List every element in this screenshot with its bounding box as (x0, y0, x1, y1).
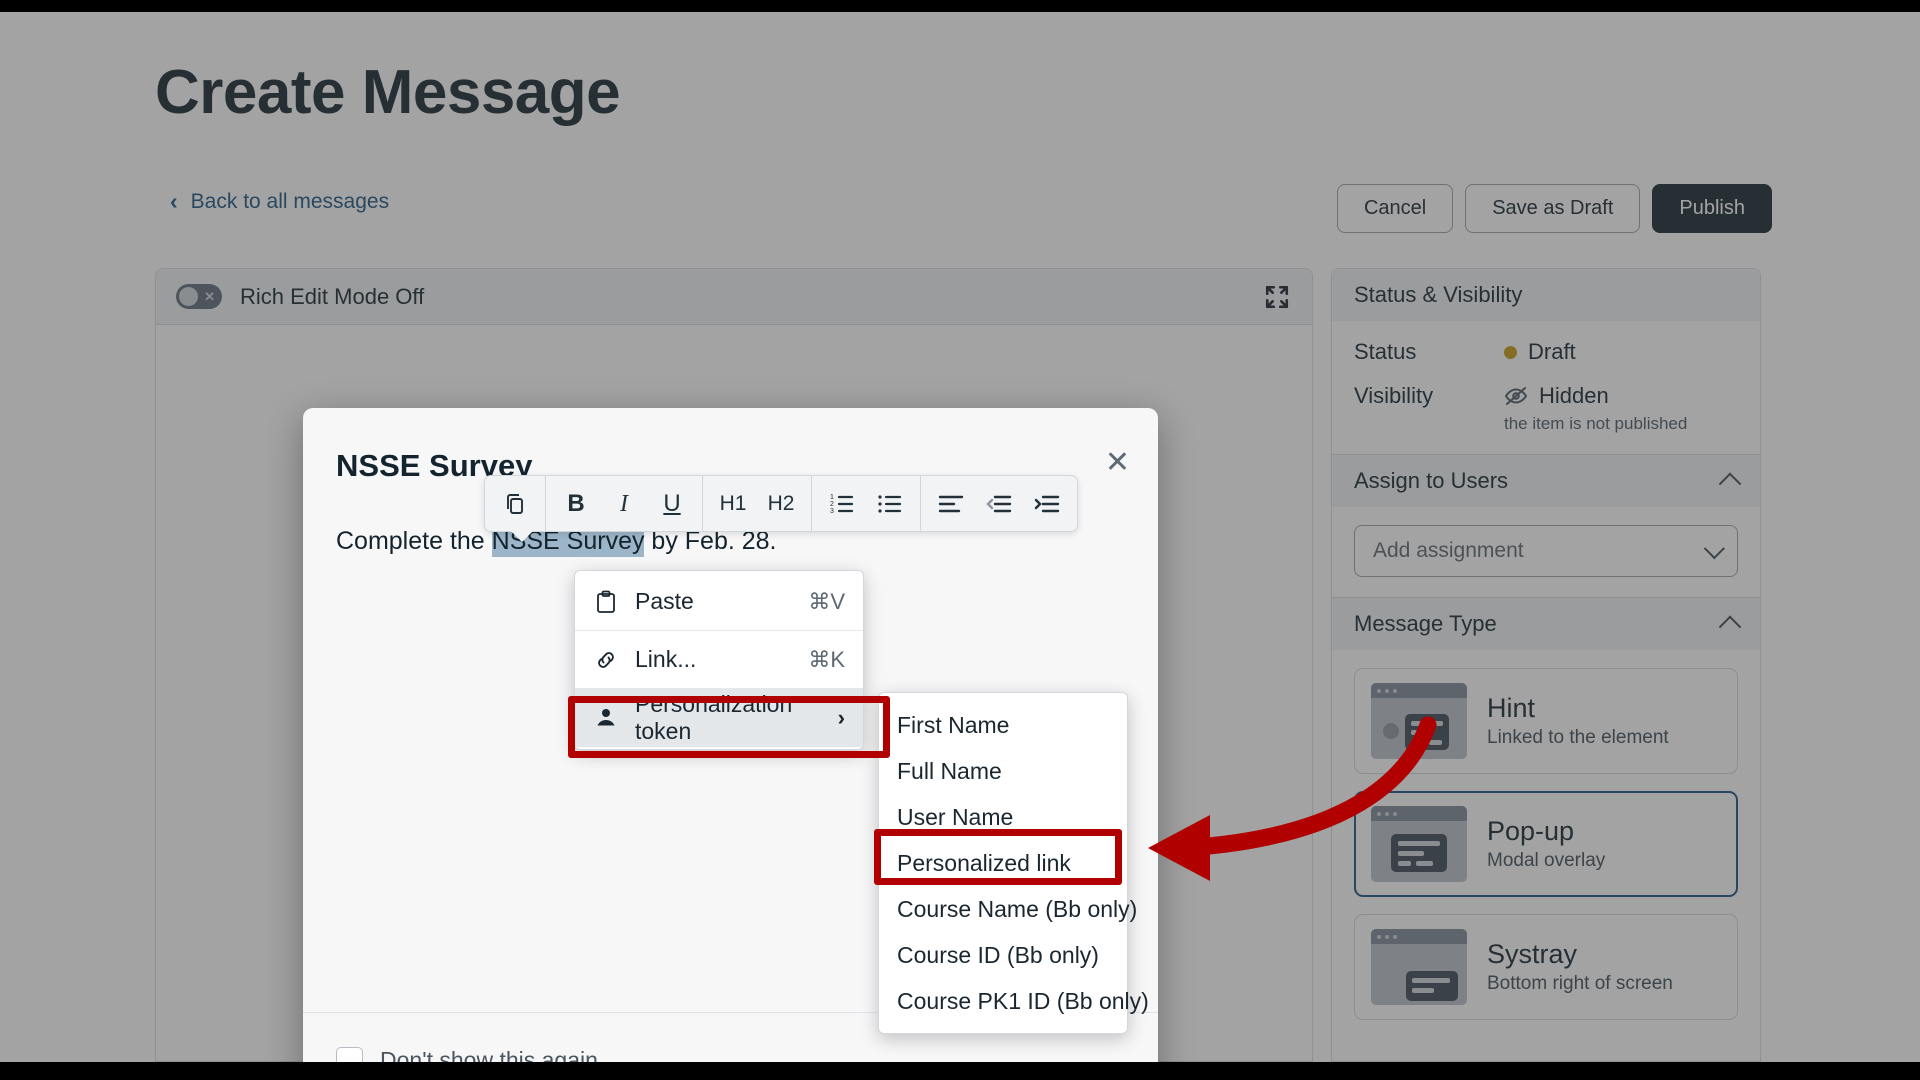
dont-show-again-checkbox[interactable] (336, 1047, 363, 1062)
letterbox-bottom (0, 1062, 1920, 1080)
link-label: Link... (635, 646, 697, 672)
context-menu-item-link[interactable]: Link... ⌘K (575, 631, 863, 689)
submenu-item-full-name[interactable]: Full Name (879, 748, 1127, 794)
context-menu-item-personalization-token[interactable]: Personalization token › (575, 689, 863, 747)
submenu-item-course-pk1-id[interactable]: Course PK1 ID (Bb only) (879, 978, 1149, 1024)
submenu-item-course-name[interactable]: Course Name (Bb only) (879, 886, 1137, 932)
copy-icon[interactable] (491, 476, 539, 531)
paste-label: Paste (635, 588, 694, 614)
modal-text-before: Complete the (336, 527, 492, 555)
submenu-item-personalized-link[interactable]: Personalized link (879, 840, 1127, 886)
link-shortcut: ⌘K (808, 646, 845, 672)
svg-text:3: 3 (830, 508, 834, 515)
paste-shortcut: ⌘V (808, 588, 845, 614)
outdent-icon[interactable] (975, 476, 1023, 531)
submenu-item-course-id[interactable]: Course ID (Bb only) (879, 932, 1127, 978)
underline-icon[interactable]: U (648, 476, 696, 531)
format-toolbar: B I U H1 H2 1 2 3 (484, 475, 1078, 542)
format-group-lists: 1 2 3 (812, 476, 921, 531)
ordered-list-icon[interactable]: 1 2 3 (818, 476, 866, 531)
dont-show-again-label: Don't show this again (380, 1047, 598, 1062)
svg-text:2: 2 (830, 501, 834, 508)
personalization-token-label: Personalization token (635, 691, 793, 744)
format-group-align (921, 476, 1077, 531)
person-icon (593, 706, 619, 730)
bullet-list-icon[interactable] (866, 476, 914, 531)
close-icon[interactable]: ✕ (1105, 448, 1130, 478)
format-group-headings: H1 H2 (703, 476, 812, 531)
format-group-inline: B I U (546, 476, 703, 531)
submenu-item-user-name[interactable]: User Name (879, 794, 1127, 840)
heading-2-button[interactable]: H2 (757, 476, 805, 531)
context-menu: Paste ⌘V Link... ⌘K Personalization toke… (574, 570, 864, 750)
chevron-right-icon: › (837, 705, 845, 730)
align-left-icon[interactable] (927, 476, 975, 531)
submenu-item-first-name[interactable]: First Name (879, 702, 1127, 748)
app-viewport: Create Message ‹ Back to all messages Ca… (0, 12, 1920, 1062)
indent-icon[interactable] (1023, 476, 1071, 531)
clipboard-icon (593, 590, 619, 614)
link-icon (593, 648, 619, 672)
letterbox-top (0, 0, 1920, 12)
bold-icon[interactable]: B (552, 476, 600, 531)
personalization-token-submenu: First Name Full Name User Name Personali… (878, 692, 1149, 1034)
svg-text:1: 1 (830, 494, 834, 501)
heading-1-button[interactable]: H1 (709, 476, 757, 531)
context-menu-item-paste[interactable]: Paste ⌘V (575, 573, 863, 631)
format-group-clipboard (485, 476, 546, 531)
italic-icon[interactable]: I (600, 476, 648, 531)
